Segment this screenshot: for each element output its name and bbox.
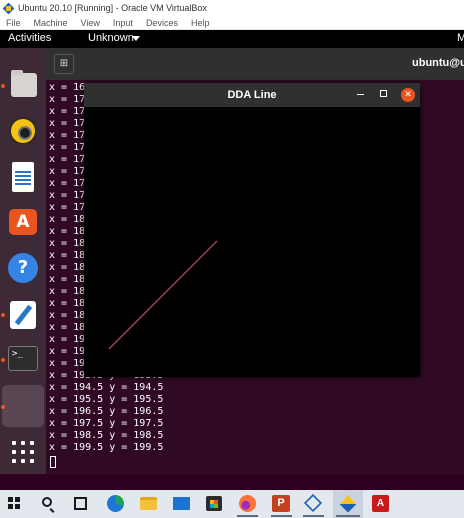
terminal-cursor — [50, 456, 56, 468]
libreoffice-writer-icon — [12, 162, 34, 192]
windows-taskbar: P A — [0, 490, 464, 518]
microsoft-store-icon[interactable] — [206, 496, 222, 511]
dda-drawing — [108, 240, 218, 350]
files-icon — [11, 70, 37, 97]
dock-rhythmbox[interactable] — [4, 112, 42, 150]
windows-start-icon[interactable] — [8, 497, 20, 509]
chevron-down-icon — [132, 36, 140, 41]
menu-input[interactable]: Input — [113, 18, 133, 28]
top-bar-clipped-text: M — [457, 32, 464, 44]
ubuntu-dock: A ? >_ — [0, 48, 46, 474]
running-indicator — [237, 515, 258, 517]
dock-libreoffice-writer[interactable] — [4, 158, 42, 196]
running-indicator — [1, 405, 5, 409]
running-indicator — [303, 515, 324, 517]
dock-text-editor[interactable] — [4, 296, 42, 334]
terminal-line: x = 195.5 y = 195.5 — [49, 394, 164, 405]
show-applications-icon[interactable] — [12, 441, 34, 463]
virtualbox-title-bar: Ubuntu 20.10 [Running] - Oracle VM Virtu… — [0, 0, 464, 16]
menu-machine[interactable]: Machine — [34, 18, 68, 28]
close-icon[interactable]: ✕ — [401, 88, 415, 102]
dda-line-window[interactable]: DDA Line ✕ — [84, 83, 420, 377]
dock-files[interactable] — [4, 67, 42, 105]
menu-file[interactable]: File — [6, 18, 21, 28]
maximize-icon[interactable] — [380, 90, 387, 97]
terminal-header-bar: ⊞ ubuntu@ub — [46, 48, 464, 80]
file-explorer-icon[interactable] — [140, 497, 157, 510]
mail-icon[interactable] — [173, 497, 190, 510]
terminal-line: x = 196.5 y = 196.5 — [49, 406, 164, 417]
dda-drawn-line — [108, 240, 218, 350]
new-tab-icon[interactable]: ⊞ — [54, 54, 74, 74]
menu-help[interactable]: Help — [191, 18, 210, 28]
running-indicator — [271, 515, 292, 517]
text-editor-icon — [10, 301, 36, 329]
dock-terminal[interactable]: >_ — [4, 340, 42, 378]
virtualbox-menu-bar: File Machine View Input Devices Help — [0, 16, 464, 30]
terminal-line: x = 198.5 y = 198.5 — [49, 430, 164, 441]
dock-dda-line-app[interactable] — [2, 385, 44, 427]
virtualbox-manager-icon[interactable] — [303, 493, 323, 513]
powerpoint-icon[interactable]: P — [272, 495, 290, 512]
dock-ubuntu-software[interactable]: A — [4, 203, 42, 241]
dda-title-bar[interactable]: DDA Line ✕ — [84, 83, 420, 107]
search-icon[interactable] — [42, 497, 52, 507]
activities-button[interactable]: Activities — [8, 32, 51, 44]
acrobat-reader-icon[interactable]: A — [372, 495, 389, 512]
terminal-line: x = 194.5 y = 194.5 — [49, 382, 164, 393]
minimize-icon[interactable] — [357, 94, 364, 95]
terminal-title: ubuntu@ub — [412, 57, 464, 69]
virtualbox-title: Ubuntu 20.10 [Running] - Oracle VM Virtu… — [18, 3, 207, 13]
dock-help[interactable]: ? — [4, 249, 42, 287]
virtualbox-logo-icon — [3, 3, 14, 14]
edge-browser-icon[interactable] — [107, 495, 124, 512]
running-indicator — [1, 313, 5, 317]
app-menu-button[interactable]: Unknown — [88, 32, 134, 44]
ubuntu-top-bar: Activities Unknown M — [0, 30, 464, 48]
dda-canvas — [84, 107, 420, 377]
running-indicator — [1, 84, 5, 88]
terminal-line: x = 199.5 y = 199.5 — [49, 442, 164, 453]
menu-devices[interactable]: Devices — [146, 18, 178, 28]
running-indicator — [336, 515, 360, 517]
terminal-icon: >_ — [8, 346, 38, 371]
terminal-line: x = 197.5 y = 197.5 — [49, 418, 164, 429]
rhythmbox-icon — [9, 117, 37, 145]
ubuntu-software-icon: A — [9, 209, 37, 235]
task-view-icon[interactable] — [74, 497, 87, 510]
running-indicator — [1, 358, 5, 362]
help-icon: ? — [8, 253, 38, 283]
firefox-icon[interactable] — [239, 495, 256, 512]
dda-window-title: DDA Line — [227, 89, 277, 101]
menu-view[interactable]: View — [81, 18, 100, 28]
